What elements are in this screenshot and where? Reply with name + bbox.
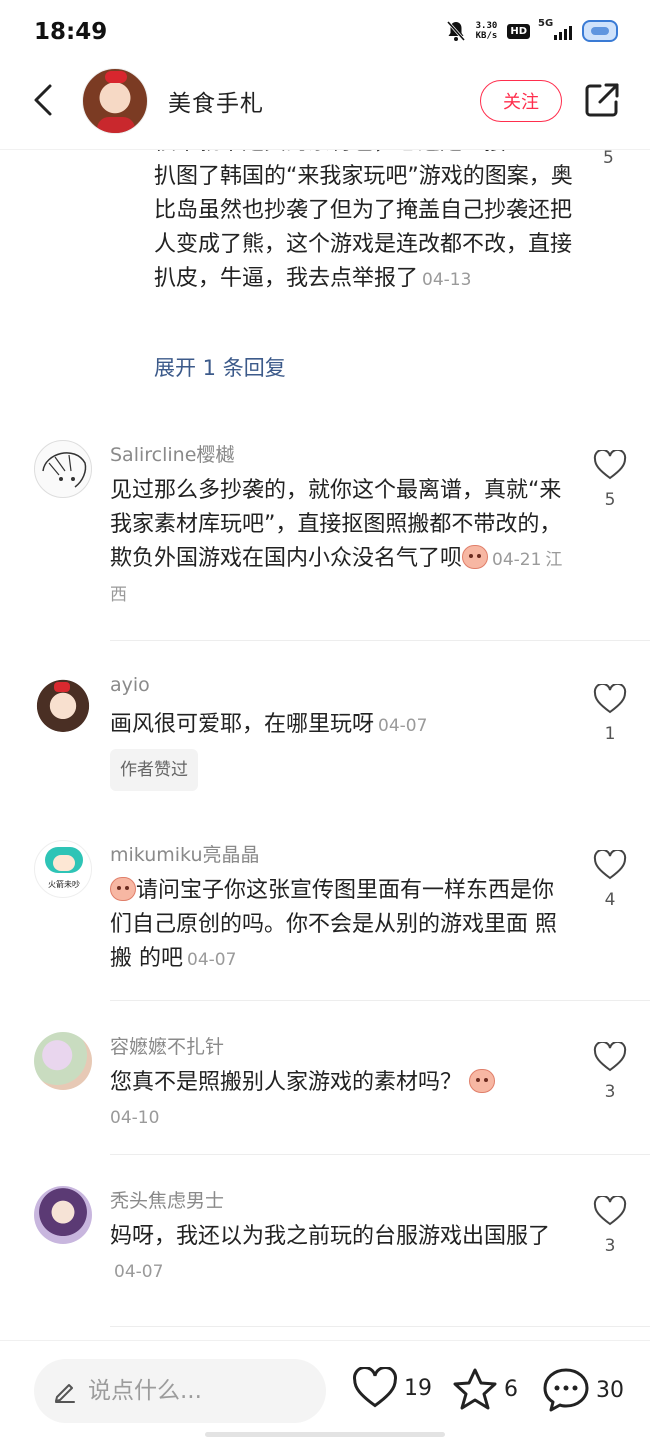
bottom-action-bar: 19 6 30: [0, 1340, 650, 1440]
like-button[interactable]: 3: [592, 1040, 628, 1102]
net-speed: 3.30 KB/s: [476, 21, 498, 41]
status-bar: 18:49 3.30 KB/s HD 5G: [0, 0, 650, 64]
comment-body: 妈呀，我还以为我之前玩的台服游戏出国服了: [110, 1224, 551, 1249]
like-count: 4: [604, 890, 616, 910]
follow-button[interactable]: 关注: [480, 80, 562, 122]
divider: [110, 1000, 650, 1001]
comment-input-pill[interactable]: [34, 1359, 326, 1423]
like-count: 3: [604, 1236, 616, 1256]
avatar-caption: 火箭未吵: [48, 880, 80, 889]
like-count: 5: [604, 490, 616, 510]
reply-body: 扒图了韩国的“来我家玩吧”游戏的图案，奥比岛虽然也抄袭了但为了掩盖自己抄袭还把人…: [154, 164, 573, 291]
commenter-name[interactable]: ayio: [110, 674, 150, 696]
battery-icon: [582, 20, 618, 42]
comment-text: 您真不是照搬别人家游戏的素材吗？ 04-10: [110, 1066, 570, 1135]
commenter-name[interactable]: Salircline樱樾: [110, 440, 234, 467]
divider: [110, 1326, 650, 1327]
comment-body: 您真不是照搬别人家游戏的素材吗？: [110, 1070, 463, 1095]
commenter-avatar[interactable]: [34, 1186, 92, 1244]
comment-date: 04-07: [114, 1262, 164, 1282]
favorite-count: 6: [504, 1376, 518, 1402]
comment-body: 画风很可爱耶，在哪里玩呀: [110, 712, 375, 737]
comment-text: 请问宝子你这张宣传图里面有一样东西是你们自己原创的吗。你不会是从别的游戏里面 照…: [110, 874, 570, 977]
comment-input[interactable]: [88, 1378, 308, 1404]
comment-bubble-icon: [543, 1368, 589, 1412]
comment-text: 画风很可爱耶，在哪里玩呀 04-07 作者赞过: [110, 708, 570, 791]
favorite-button[interactable]: 6: [452, 1367, 518, 1411]
star-icon: [453, 1368, 497, 1410]
commenter-name[interactable]: 容嬷嬷不扎针: [110, 1032, 224, 1059]
comment-text: 见过那么多抄袭的，就你这个最离谱，真就“来我家素材库玩吧”，直接抠图照搬都不带改…: [110, 474, 570, 612]
author-avatar[interactable]: [82, 68, 148, 134]
comment-date: 04-21: [492, 550, 542, 570]
reply-text-cut: 很本就不是真的素材包，它这是直接: [154, 150, 574, 160]
heart-icon: [593, 1194, 627, 1226]
heart-icon: [593, 1040, 627, 1072]
status-icons: 3.30 KB/s HD 5G: [446, 18, 618, 42]
comment-list[interactable]: 很本就不是真的素材包，它这是直接 扒图了韩国的“来我家玩吧”游戏的图案，奥比岛虽…: [0, 150, 650, 1340]
commenter-avatar[interactable]: 火箭未吵: [34, 840, 92, 898]
like-button[interactable]: 5: [592, 448, 628, 510]
emoji-icon: [462, 545, 489, 569]
like-button[interactable]: 3: [592, 1194, 628, 1256]
hd-badge: HD: [507, 23, 530, 39]
pencil-icon: [55, 1384, 75, 1403]
commenter-avatar[interactable]: [34, 1032, 92, 1090]
reply-item: 很本就不是真的素材包，它这是直接 扒图了韩国的“来我家玩吧”游戏的图案，奥比岛虽…: [154, 150, 574, 297]
comment-button[interactable]: 30: [542, 1367, 624, 1413]
commenter-name[interactable]: mikumiku亮晶晶: [110, 840, 260, 867]
emoji-icon: [469, 1069, 496, 1093]
comment-count: 30: [596, 1377, 624, 1403]
divider: [110, 1154, 650, 1155]
comment-date: 04-07: [378, 716, 428, 736]
commenter-avatar[interactable]: [34, 440, 92, 498]
comment-date: 04-10: [110, 1108, 160, 1128]
expand-replies-link[interactable]: 展开 1 条回复: [154, 352, 286, 382]
like-count: 3: [604, 1082, 616, 1102]
reply-date: 04-13: [422, 270, 472, 290]
like-count: 19: [404, 1375, 432, 1401]
status-time: 18:49: [34, 19, 108, 45]
heart-icon: [593, 448, 627, 480]
reply-text: 扒图了韩国的“来我家玩吧”游戏的图案，奥比岛虽然也抄袭了但为了掩盖自己抄袭还把人…: [154, 160, 574, 297]
share-icon[interactable]: [582, 80, 622, 120]
reply-like-count: 5: [603, 150, 614, 168]
comment-text: 妈呀，我还以为我之前玩的台服游戏出国服了 04-07: [110, 1220, 570, 1289]
author-liked-badge: 作者赞过: [110, 749, 198, 791]
divider: [110, 640, 650, 641]
comment-date: 04-07: [187, 950, 237, 970]
home-indicator: [205, 1432, 445, 1437]
like-button[interactable]: 1: [592, 682, 628, 744]
heart-icon: [353, 1367, 397, 1408]
mute-bell-icon: [446, 21, 465, 41]
post-header: 美食手札 关注: [0, 64, 650, 150]
like-button[interactable]: 4: [592, 848, 628, 910]
signal-icon: 5G: [538, 18, 572, 40]
author-name[interactable]: 美食手札: [168, 84, 264, 118]
commenter-name[interactable]: 秃头焦虑男士: [110, 1186, 224, 1213]
back-button[interactable]: [24, 80, 64, 120]
heart-icon: [593, 848, 627, 880]
heart-icon: [593, 682, 627, 714]
net-speed-unit: KB/s: [475, 31, 498, 41]
like-count: 1: [604, 724, 616, 744]
commenter-avatar[interactable]: [34, 674, 92, 732]
sketch-avatar-icon: [42, 452, 87, 488]
emoji-icon: [110, 877, 136, 901]
comment-body: 请问宝子你这张宣传图里面有一样东西是你们自己原创的吗。你不会是从别的游戏里面 照…: [110, 878, 557, 971]
network-type-label: 5G: [538, 18, 554, 29]
like-post-button[interactable]: 19: [352, 1367, 432, 1409]
net-speed-value: 3.30: [475, 21, 498, 31]
